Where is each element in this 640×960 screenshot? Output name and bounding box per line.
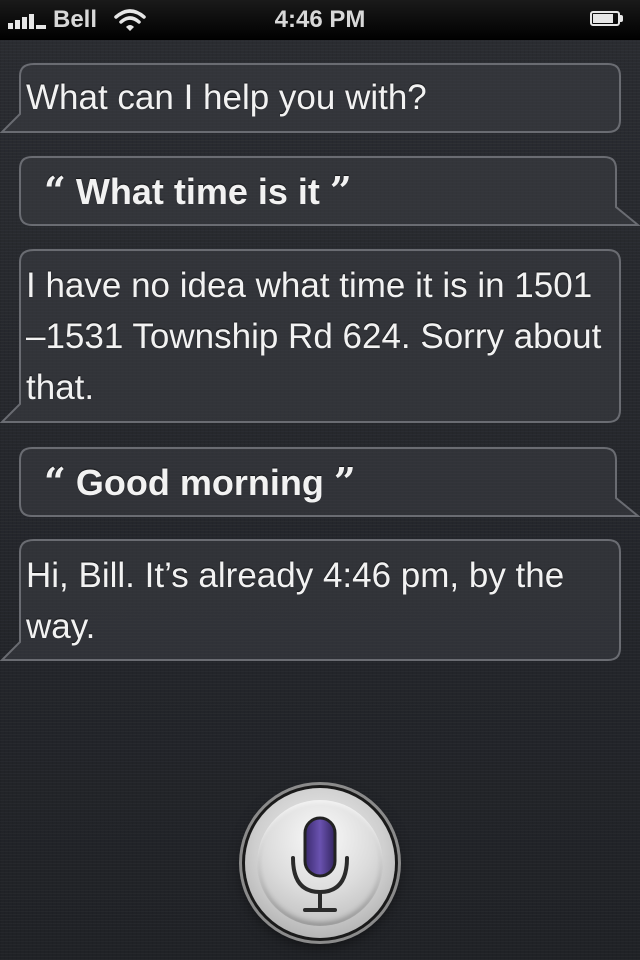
user-message: Good morning <box>75 462 324 503</box>
user-message-row: “ Good morning ” <box>44 456 620 508</box>
siri-mic-button[interactable] <box>245 788 395 938</box>
assistant-bubble: What can I help you with? <box>0 62 622 134</box>
open-quote-icon: “ <box>44 168 66 213</box>
user-message: What time is it <box>75 171 320 212</box>
close-quote-icon: ” <box>329 168 352 213</box>
close-quote-icon: ” <box>333 459 356 504</box>
status-time: 4:46 PM <box>274 6 366 33</box>
assistant-bubble: Hi, Bill. It’s already 4:46 pm, by the w… <box>0 538 622 662</box>
status-bar: Bell 4:46 PM <box>0 0 640 40</box>
microphone-icon <box>291 816 349 912</box>
assistant-bubble: I have no idea what time it is in 1501 –… <box>0 248 622 424</box>
user-message-row: “ What time is it ” <box>44 165 620 217</box>
user-bubble: “ Good morning ” <box>18 446 640 518</box>
assistant-message: I have no idea what time it is in 1501 –… <box>26 266 602 407</box>
assistant-message: Hi, Bill. It’s already 4:46 pm, by the w… <box>26 556 565 646</box>
assistant-message: What can I help you with? <box>26 78 427 117</box>
battery-icon <box>590 11 624 28</box>
open-quote-icon: “ <box>44 459 66 504</box>
user-bubble: “ What time is it ” <box>18 155 640 227</box>
